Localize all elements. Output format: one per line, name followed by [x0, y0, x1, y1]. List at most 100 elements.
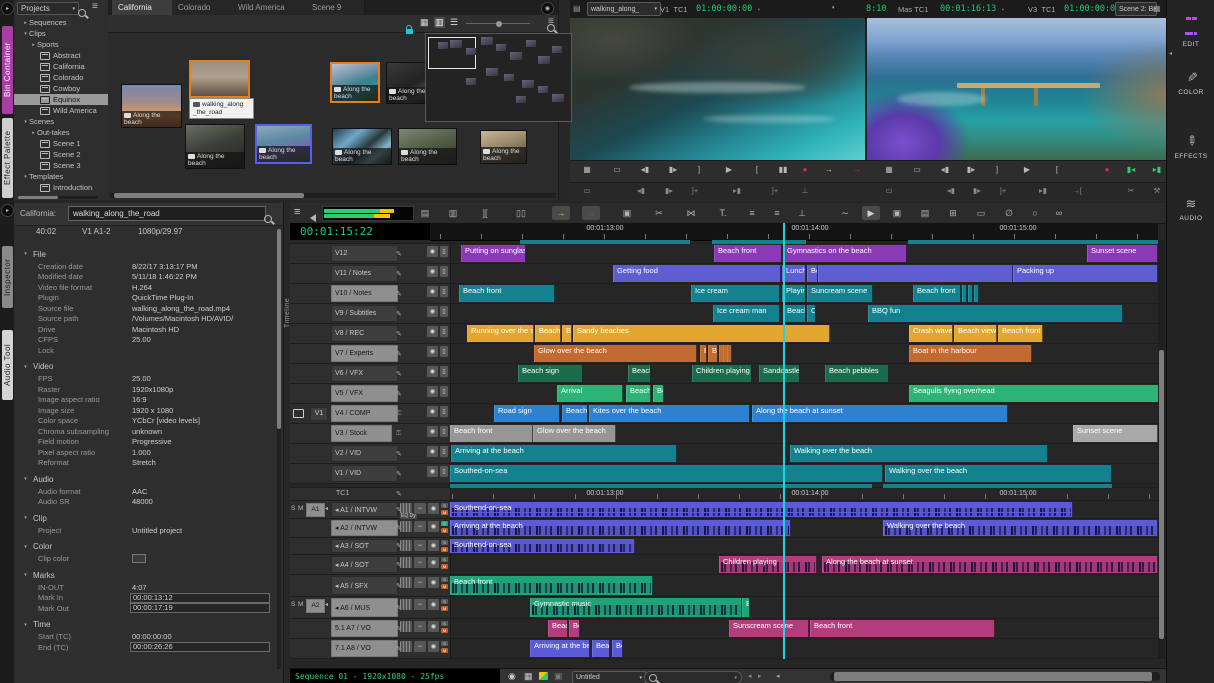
timeline-clip[interactable]: Ice cream man — [713, 305, 780, 322]
eq-button[interactable]: ∼ — [414, 540, 426, 551]
center-menu-arrow[interactable]: ▾ — [832, 5, 835, 11]
transport-mark-in-button[interactable]: [ — [748, 165, 766, 174]
record-clip-menu[interactable]: Scene 2: Beac — [1115, 2, 1157, 16]
timeline-clip[interactable]: BBQ fun — [868, 305, 1123, 322]
bin-frame-view-icon[interactable]: ▥ — [434, 17, 445, 28]
tree-item-sequences[interactable]: ▸Sequences — [14, 17, 116, 28]
mute-track-button[interactable]: M — [441, 528, 448, 533]
section-time[interactable]: ▾Time — [14, 618, 276, 632]
record-track-icon[interactable]: ◉ — [427, 366, 438, 377]
bin-clip-2[interactable]: Along the beach — [330, 62, 380, 103]
transport2-step-back-frame-button[interactable]: ◂▮ — [942, 186, 960, 195]
effect-mode-icon[interactable]: ⊞ — [946, 206, 960, 220]
tc1-label[interactable]: TC1 — [336, 490, 349, 497]
transport-step-back-button[interactable]: ◂▮ — [936, 165, 954, 174]
record-monitor[interactable] — [867, 18, 1166, 160]
timeline-clip[interactable]: Beach front — [450, 576, 653, 595]
tracking-icon[interactable]: ○ — [1028, 206, 1042, 220]
composer-clip-icon[interactable]: ▤ — [573, 4, 581, 13]
timeline-clip[interactable]: Arrival — [557, 385, 623, 402]
monitor-track-icon[interactable]: ▯ — [440, 406, 448, 417]
solo-track-button[interactable]: S — [441, 540, 448, 545]
timeline-clip[interactable] — [962, 285, 967, 302]
waveform-button[interactable] — [400, 540, 412, 551]
solo-track-button[interactable]: S — [441, 557, 448, 562]
solo-track-button[interactable]: S — [441, 621, 448, 626]
transport2-step-back-frame-button[interactable]: ◂▮ — [632, 186, 650, 195]
record-track-icon[interactable]: ◉ — [427, 386, 438, 397]
transport-go-to-in-button[interactable]: ▮◂ — [1122, 165, 1140, 174]
timeline-clip[interactable]: Arriving at the beach — [450, 520, 791, 536]
lock-icon[interactable]: ⚿ — [396, 424, 401, 443]
transport-record-button[interactable]: ● — [796, 165, 814, 174]
track-select-button[interactable]: V5 / VFX — [331, 385, 398, 402]
transport-step-back-button[interactable]: ◂▮ — [636, 165, 654, 174]
mute-track-button[interactable]: M — [441, 628, 448, 633]
transport-clip-button[interactable]: ▭ — [608, 165, 626, 174]
transport-grid-button[interactable]: ▦ — [880, 165, 898, 174]
record-track-label[interactable]: V3 TC1 — [1028, 5, 1056, 14]
snap-grid-icon[interactable]: ▦ — [524, 671, 533, 682]
tree-arrow-icon[interactable]: ▾ — [22, 31, 29, 37]
mute-track-button[interactable]: M — [441, 510, 448, 515]
timeline-clip[interactable]: Beach — [535, 325, 561, 342]
monitor-track-icon[interactable]: ▯ — [440, 246, 448, 257]
pencil-icon[interactable]: ✎ — [396, 304, 402, 323]
timeline-clip[interactable]: Packing up — [1013, 265, 1158, 282]
timeline-search-box[interactable]: ▾ — [644, 671, 742, 683]
timeline-clip[interactable]: Gymnastics on the beach — [783, 245, 907, 262]
transport-mark-in-button[interactable]: [ — [1048, 165, 1066, 174]
bin-clip-1[interactable]: walking_along _the_road — [189, 60, 250, 98]
waveform-button[interactable] — [400, 641, 412, 652]
mute-track-button[interactable]: M — [441, 606, 448, 611]
waveform-button[interactable] — [400, 577, 412, 588]
timeline-clip[interactable]: Beach pebbles — [825, 365, 889, 382]
tree-item-clips[interactable]: ▾Clips — [14, 28, 116, 39]
monitor-track-icon[interactable]: ▯ — [440, 266, 448, 277]
find-next-icon[interactable]: ▸ — [758, 672, 762, 680]
solo-track-button[interactable]: S — [441, 641, 448, 646]
transport2-motion-button[interactable]: ⊥ — [796, 186, 814, 195]
sidebar-item-color[interactable]: ✎COLOR — [1167, 68, 1214, 96]
solo-track-button[interactable]: S — [441, 503, 448, 508]
transport-step-forward-button[interactable]: ▮▸ — [962, 165, 980, 174]
timeline-clip[interactable]: Beach sign — [518, 365, 583, 382]
bin-clip-6[interactable]: Along the beach — [332, 128, 392, 165]
transport-mark-out-button[interactable]: ] — [690, 165, 708, 174]
track-select-button[interactable]: V4 / COMP — [331, 405, 398, 422]
section-audio[interactable]: ▾Audio — [14, 472, 276, 486]
timeline-clip[interactable]: Be — [708, 345, 718, 362]
section-arrow-icon[interactable]: ▾ — [22, 251, 29, 257]
playhead[interactable] — [783, 223, 785, 659]
eq-button[interactable]: ∼ — [414, 599, 426, 610]
bin-clip-8[interactable]: Along the beach — [480, 130, 527, 164]
timeline-clip[interactable]: Boat in the harbour — [909, 345, 1032, 362]
panel-expand-button-2[interactable]: ▸ — [1, 204, 14, 217]
clip-color-icon[interactable] — [539, 672, 548, 680]
section-arrow-icon[interactable]: ▾ — [22, 544, 29, 550]
transport-grid-button[interactable]: ▦ — [578, 165, 596, 174]
section-color[interactable]: ▾Color — [14, 540, 276, 554]
splice-in-icon[interactable]: → — [552, 206, 570, 220]
source-monitor[interactable] — [570, 18, 865, 160]
mark-clip-icon[interactable]: ⊥ — [795, 206, 809, 220]
source-patch-label[interactable]: A2 — [306, 599, 325, 613]
tree-arrow-icon[interactable]: ▾ — [22, 119, 29, 125]
track-select-button[interactable]: V9 / Subtitles — [331, 305, 398, 322]
track-select-button[interactable]: ◂ A6 / MUS — [331, 598, 398, 617]
color-correction-icon[interactable]: ▭ — [974, 206, 988, 220]
timeline-clip[interactable]: Along the beach at sunset — [822, 556, 1158, 573]
monitor-track-icon[interactable]: ▯ — [440, 426, 448, 437]
timeline-menu-icon[interactable]: ≡ — [294, 206, 300, 218]
pencil-icon[interactable]: ✎ — [396, 324, 402, 343]
eq-button[interactable]: ∼ — [414, 577, 426, 588]
section-arrow-icon[interactable]: ▾ — [22, 622, 29, 628]
record-track-icon[interactable]: ◉ — [427, 406, 438, 417]
master-tc-box[interactable]: 00:01:15:22 — [290, 223, 430, 240]
bin-text-view-icon[interactable]: ▦ — [420, 17, 429, 28]
timeline-clip[interactable]: Sunset scene — [1087, 245, 1158, 262]
timeline-clip[interactable]: Seagulls flying overhead — [909, 385, 1159, 402]
master-track-label[interactable]: Mas TC1 — [898, 5, 928, 14]
track-select-button[interactable]: ◂ A5 / SFX — [331, 576, 398, 595]
timeline-clip[interactable]: Beach — [626, 385, 651, 402]
